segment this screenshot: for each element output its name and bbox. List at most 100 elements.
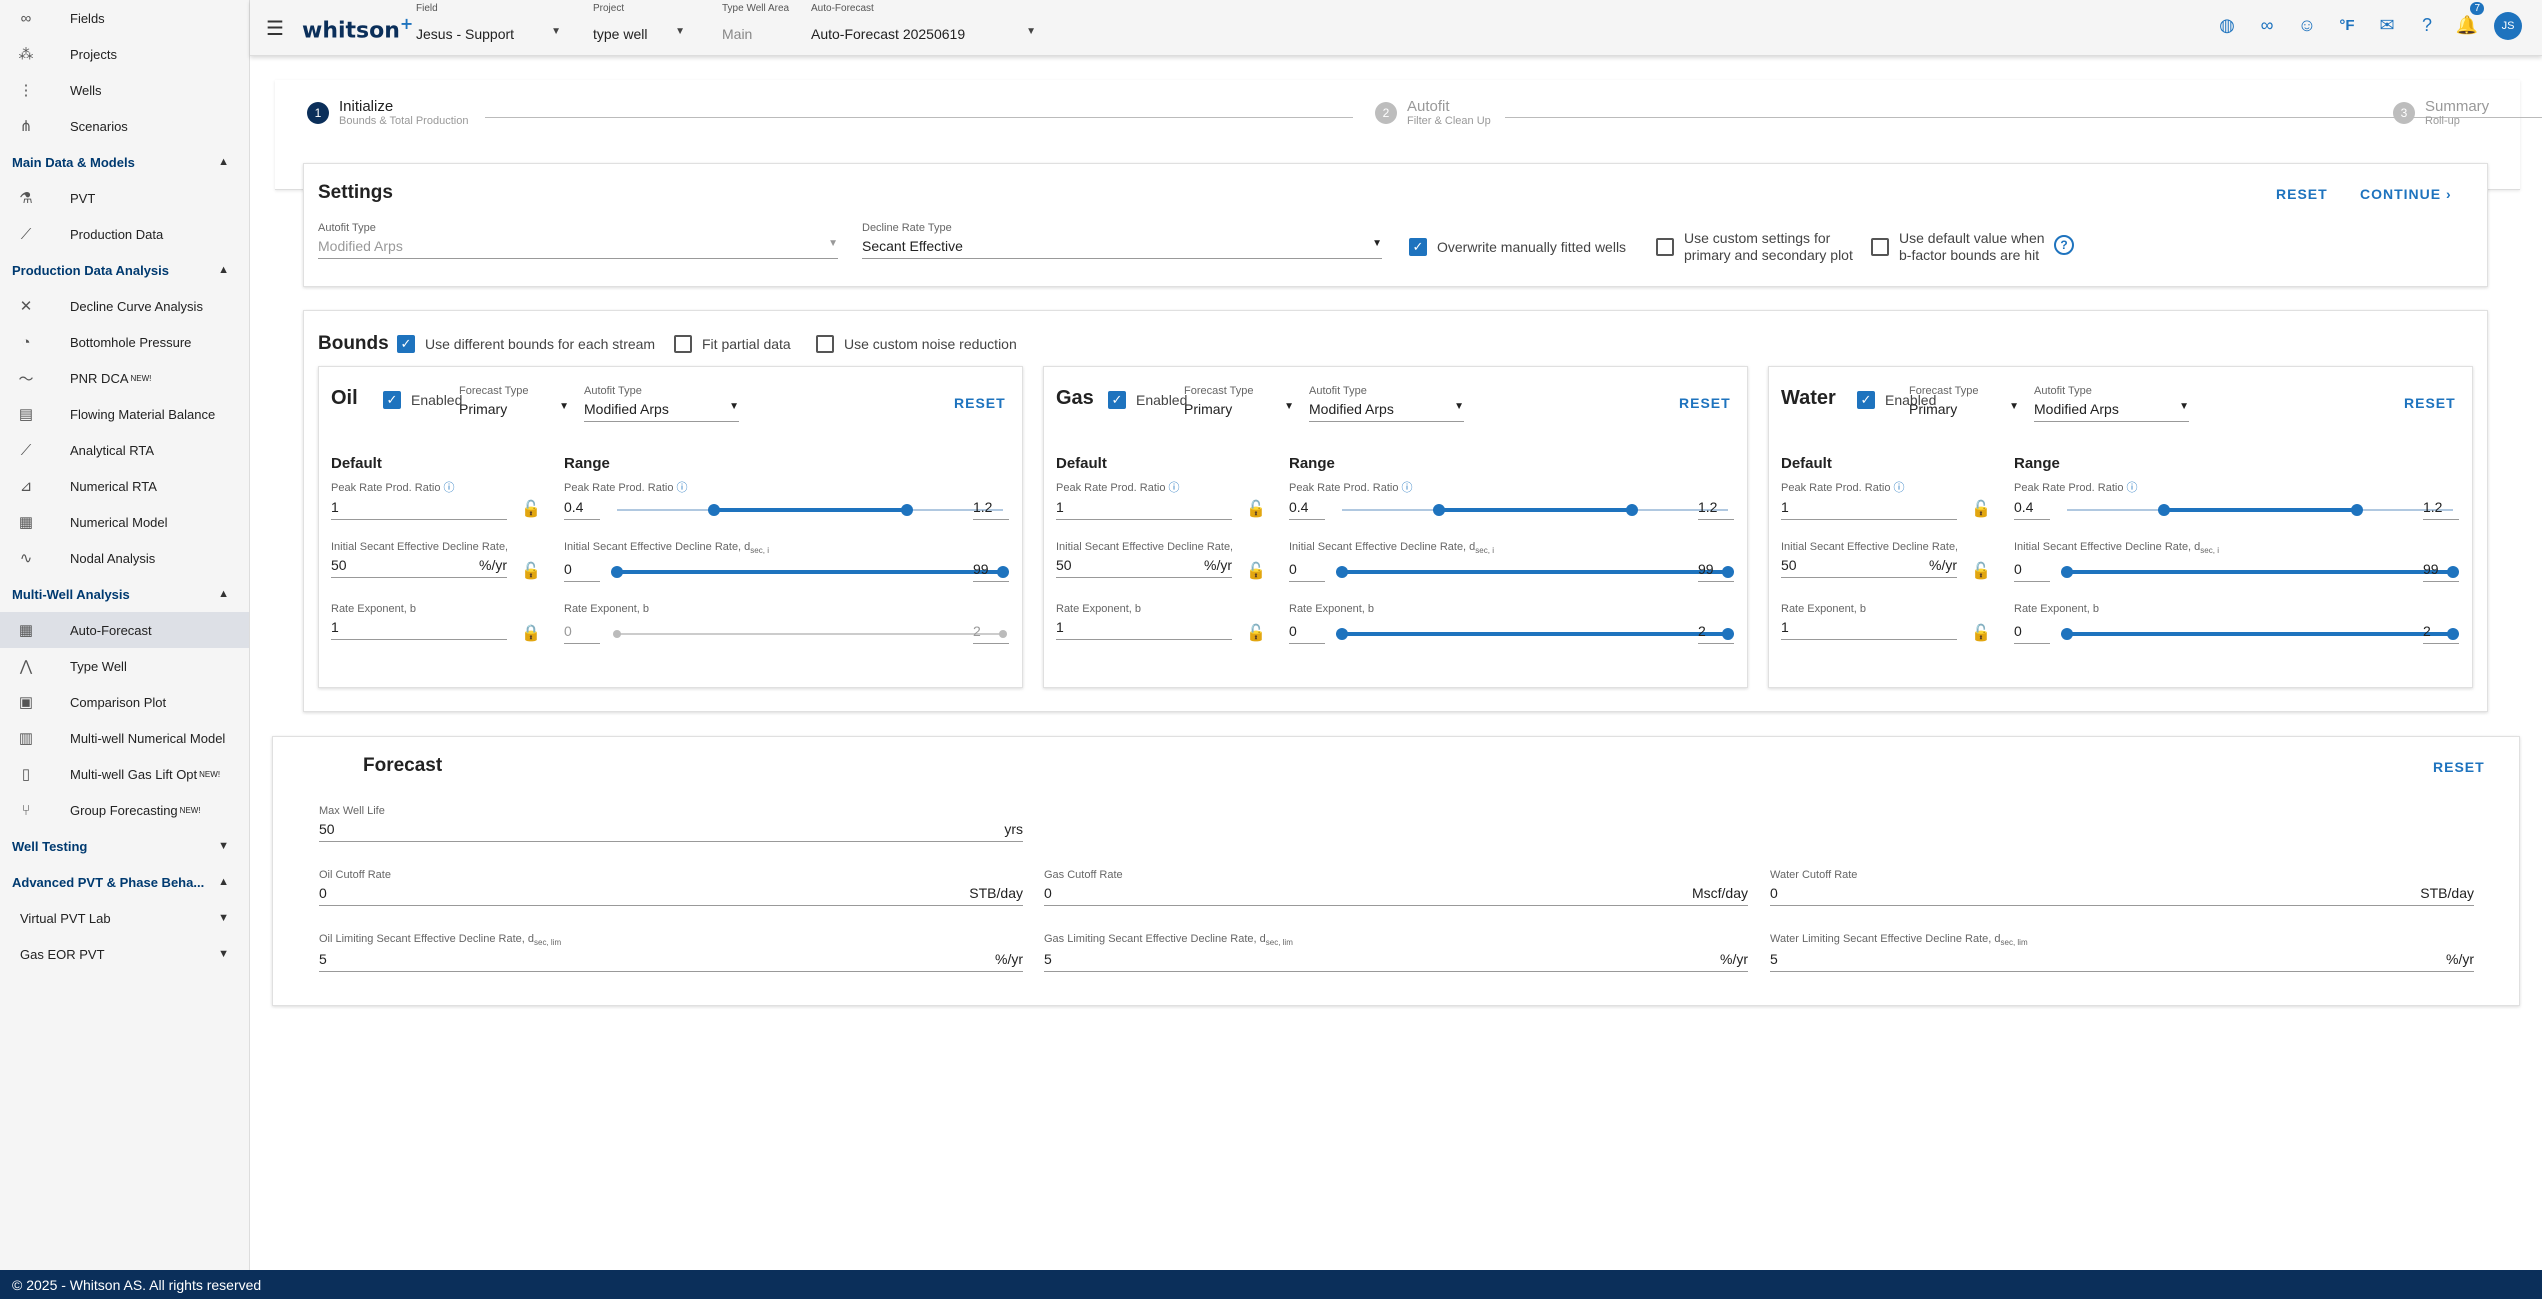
isd-range-slider[interactable]: [611, 562, 1009, 582]
stream-reset-button[interactable]: RESET: [954, 395, 1006, 411]
step-summary[interactable]: 3 Summary Roll-up: [2393, 98, 2489, 127]
prr-max-field[interactable]: 1.2: [1698, 495, 1734, 520]
noise-reduction-checkbox[interactable]: Use custom noise reduction: [816, 335, 1017, 353]
slider-min-thumb[interactable]: [2061, 628, 2073, 640]
slider-max-thumb[interactable]: [2350, 504, 2363, 516]
b-min-field[interactable]: 0: [1289, 619, 1325, 644]
autofit-type-select[interactable]: Autofit Type Modified Arps ▼: [2034, 385, 2189, 422]
autofit-type-select[interactable]: Autofit Type Modified Arps ▼: [584, 385, 739, 422]
prr-range-slider[interactable]: [617, 500, 1003, 520]
gas-limiting-decline-field[interactable]: Gas Limiting Secant Effective Decline Ra…: [1044, 933, 1748, 973]
help-icon[interactable]: ⓘ: [1169, 482, 1180, 494]
b-max-field[interactable]: 2: [1698, 619, 1734, 644]
prr-min-field[interactable]: 0.4: [1289, 495, 1325, 520]
prr-range-slider[interactable]: [2067, 500, 2453, 520]
sidebar-item[interactable]: ⟋ Analytical RTA: [0, 432, 249, 468]
b-range-slider[interactable]: [1336, 624, 1734, 644]
isd-min-field[interactable]: 0: [2014, 557, 2050, 582]
isd-max-field[interactable]: 99: [1698, 557, 1734, 582]
link-icon[interactable]: ∞: [2254, 12, 2280, 38]
sidebar-item[interactable]: ⟋ Production Data: [0, 216, 249, 252]
b-max-field[interactable]: 2: [2423, 619, 2459, 644]
step-autofit[interactable]: 2 Autofit Filter & Clean Up: [1375, 98, 1491, 127]
unlock-icon[interactable]: 🔓: [1246, 623, 1266, 643]
isd-range-slider[interactable]: [2061, 562, 2459, 582]
slider-min-thumb[interactable]: [2061, 566, 2073, 578]
forecast-type-select[interactable]: Forecast Type Primary ▼: [459, 385, 569, 421]
sidebar-section-header[interactable]: Well Testing ▼: [0, 828, 249, 864]
isd-default-field[interactable]: Initial Secant Effective Decline Rate, d…: [331, 541, 507, 578]
prr-min-field[interactable]: 0.4: [564, 495, 600, 520]
prr-default-field[interactable]: Peak Rate Prod. Ratio ⓘ 1: [1781, 479, 1957, 520]
sidebar-item[interactable]: ▯ Multi-well Gas Lift Opt NEW!: [0, 756, 249, 792]
prr-range-slider[interactable]: [1342, 500, 1728, 520]
avatar[interactable]: JS: [2494, 12, 2522, 40]
globe-icon[interactable]: ◍: [2214, 12, 2240, 38]
notifications-icon[interactable]: 🔔 7: [2454, 2, 2484, 38]
slider-min-thumb[interactable]: [707, 504, 720, 516]
sidebar-item-wells[interactable]: ⋮ Wells: [0, 72, 249, 108]
help-icon[interactable]: ?: [2414, 12, 2440, 38]
stream-reset-button[interactable]: RESET: [2404, 395, 2456, 411]
sidebar-item[interactable]: ∿ Nodal Analysis: [0, 540, 249, 576]
max-well-life-field[interactable]: Max Well Life 50 yrs: [319, 805, 1023, 842]
decline-rate-type-select[interactable]: Decline Rate Type Secant Effective ▼: [862, 222, 1382, 259]
gas-cutoff-field[interactable]: Gas Cutoff Rate 0 Mscf/day: [1044, 869, 1748, 906]
fit-partial-checkbox[interactable]: Fit partial data: [674, 335, 791, 353]
temperature-unit-icon[interactable]: °F: [2334, 12, 2360, 38]
b-max-field[interactable]: 2: [973, 619, 1009, 644]
prr-default-field[interactable]: Peak Rate Prod. Ratio ⓘ 1: [331, 479, 507, 520]
sidebar-item-fields[interactable]: ∞ Fields: [0, 0, 249, 36]
auto-forecast-select[interactable]: Auto-Forecast Auto-Forecast 20250619 ▼: [811, 0, 1036, 56]
slider-max-thumb[interactable]: [1625, 504, 1638, 516]
isd-min-field[interactable]: 0: [564, 557, 600, 582]
b-range-slider[interactable]: [613, 624, 1007, 644]
sidebar-subsection[interactable]: Virtual PVT Lab ▼: [0, 900, 249, 936]
isd-range-slider[interactable]: [1336, 562, 1734, 582]
isd-min-field[interactable]: 0: [1289, 557, 1325, 582]
b-default-field[interactable]: Rate Exponent, b 1: [1056, 603, 1232, 640]
b-default-field[interactable]: Rate Exponent, b 1: [1781, 603, 1957, 640]
stream-enabled-checkbox[interactable]: ✓ Enabled: [1108, 391, 1187, 409]
isd-default-field[interactable]: Initial Secant Effective Decline Rate, d…: [1781, 541, 1957, 578]
prr-default-field[interactable]: Peak Rate Prod. Ratio ⓘ 1: [1056, 479, 1232, 520]
isd-max-field[interactable]: 99: [973, 557, 1009, 582]
slider-min-thumb[interactable]: [1336, 628, 1348, 640]
sidebar-item[interactable]: ◔ Bottomhole Pressure: [0, 324, 249, 360]
unlock-icon[interactable]: 🔓: [1971, 561, 1991, 581]
sidebar-item[interactable]: ▤ Flowing Material Balance: [0, 396, 249, 432]
sidebar-item-scenarios[interactable]: ⋔ Scenarios: [0, 108, 249, 144]
unlock-icon[interactable]: 🔓: [1971, 499, 1991, 519]
prr-min-field[interactable]: 0.4: [2014, 495, 2050, 520]
isd-max-field[interactable]: 99: [2423, 557, 2459, 582]
prr-max-field[interactable]: 1.2: [973, 495, 1009, 520]
slider-min-thumb[interactable]: [611, 566, 623, 578]
forecast-reset-button[interactable]: RESET: [2433, 759, 2485, 775]
sidebar-item[interactable]: ▣ Comparison Plot: [0, 684, 249, 720]
sidebar-item-projects[interactable]: ⁂ Projects: [0, 36, 249, 72]
help-icon[interactable]: ⓘ: [2127, 482, 2138, 494]
sidebar-item[interactable]: 〜 PNR DCA NEW!: [0, 360, 249, 396]
oil-limiting-decline-field[interactable]: Oil Limiting Secant Effective Decline Ra…: [319, 933, 1023, 973]
sidebar-item[interactable]: ⑂ Group Forecasting NEW!: [0, 792, 249, 828]
autofit-type-select[interactable]: Autofit Type Modified Arps ▼: [1309, 385, 1464, 422]
sidebar-section-header[interactable]: Production Data Analysis ▲: [0, 252, 249, 288]
b-min-field[interactable]: 0: [2014, 619, 2050, 644]
forecast-type-select[interactable]: Forecast Type Primary ▼: [1909, 385, 2019, 421]
settings-reset-button[interactable]: RESET: [2276, 186, 2328, 202]
stream-enabled-checkbox[interactable]: ✓ Enabled: [383, 391, 462, 409]
lock-icon[interactable]: 🔒: [521, 623, 541, 643]
b-default-field[interactable]: Rate Exponent, b 1: [331, 603, 507, 640]
step-initialize[interactable]: 1 Initialize Bounds & Total Production: [307, 98, 468, 127]
slider-min-thumb[interactable]: [1432, 504, 1445, 516]
autofit-type-select[interactable]: Autofit Type Modified Arps ▼: [318, 222, 838, 259]
feedback-icon[interactable]: ✉: [2374, 12, 2400, 38]
water-limiting-decline-field[interactable]: Water Limiting Secant Effective Decline …: [1770, 933, 2474, 973]
help-icon[interactable]: ?: [2054, 235, 2074, 255]
sidebar-item[interactable]: ⊿ Numerical RTA: [0, 468, 249, 504]
sidebar-section-header[interactable]: Main Data & Models ▲: [0, 144, 249, 180]
logo[interactable]: whitson+: [302, 14, 413, 43]
forecast-type-select[interactable]: Forecast Type Primary ▼: [1184, 385, 1294, 421]
stream-reset-button[interactable]: RESET: [1679, 395, 1731, 411]
water-cutoff-field[interactable]: Water Cutoff Rate 0 STB/day: [1770, 869, 2474, 906]
